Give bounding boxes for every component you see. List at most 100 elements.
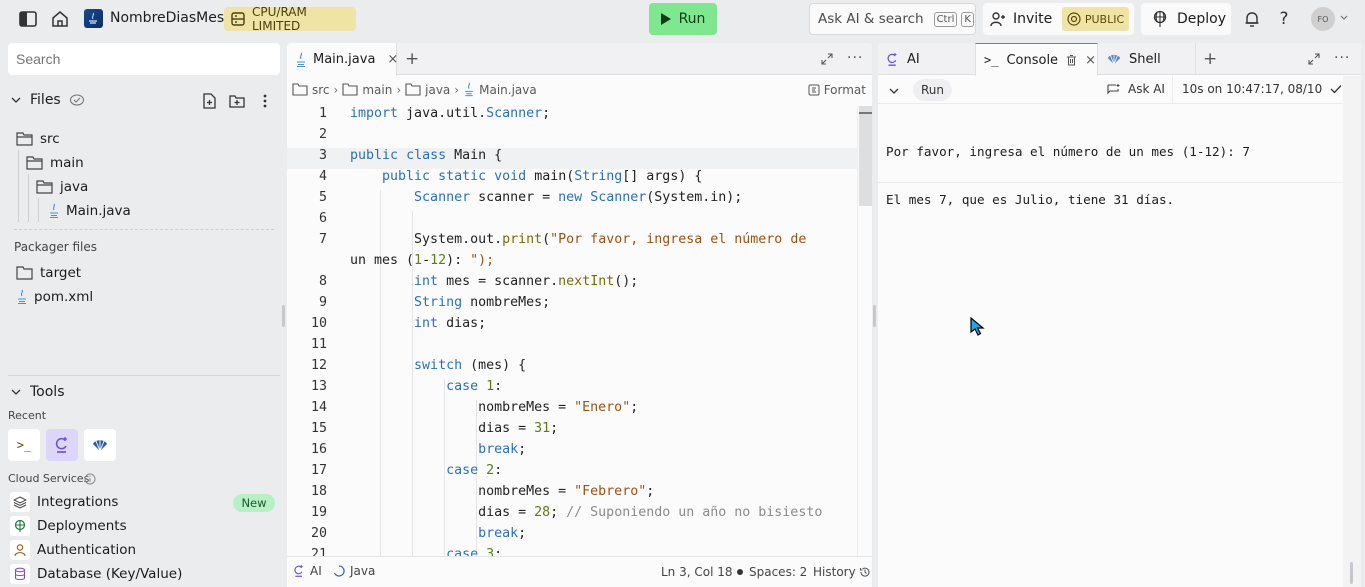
public-badge[interactable]: PUBLIC	[1062, 7, 1129, 31]
tools-section-header[interactable]: Tools	[10, 384, 65, 400]
breadcrumb-src[interactable]: src	[292, 83, 330, 97]
new-folder-icon[interactable]	[229, 93, 245, 109]
history-button[interactable]: History	[813, 565, 871, 579]
trash-icon[interactable]	[1066, 54, 1077, 66]
maximize-icon[interactable]	[1307, 52, 1321, 66]
more-options-icon[interactable]	[258, 93, 272, 109]
run-button[interactable]: Run	[649, 3, 717, 35]
tree-item-label: src	[40, 131, 60, 147]
server-icon	[230, 11, 246, 27]
close-icon[interactable]: ×	[1085, 53, 1096, 68]
tree-item-target[interactable]: target	[16, 262, 81, 284]
line-number: 21	[310, 547, 327, 556]
tree-item-main[interactable]: main	[26, 152, 84, 174]
cloud-item-authentication[interactable]: Authentication	[10, 539, 136, 561]
help-icon[interactable]: ?	[1274, 9, 1294, 29]
code-line: import java.util.Scanner;	[350, 106, 551, 121]
kbd-k: K	[961, 11, 974, 27]
java-logo-icon	[84, 9, 103, 28]
deploy-button[interactable]: Deploy	[1141, 3, 1231, 35]
more-options-icon[interactable]: ···	[1334, 50, 1350, 66]
tab-console[interactable]: >_ Console ×	[975, 43, 1098, 76]
recent-tool-console[interactable]: >_	[8, 429, 40, 461]
ask-ai-search-button[interactable]: Ask AI & search Ctrl K	[809, 3, 976, 35]
cloud-item-database[interactable]: Database (Key/Value)	[10, 563, 182, 585]
invite-button[interactable]: Invite	[989, 3, 1052, 35]
tab-label: Shell	[1129, 51, 1161, 67]
ask-ai-button[interactable]: Ask AI	[1107, 82, 1165, 96]
sidebar-search-input[interactable]	[8, 43, 280, 75]
avatar[interactable]: FO	[1311, 7, 1335, 31]
console-scrollbar[interactable]	[1343, 76, 1361, 587]
cursor-position[interactable]: Ln 3, Col 18	[661, 565, 733, 579]
limit-badge-label: CPU/RAM LIMITED	[252, 5, 307, 33]
tree-item-java[interactable]: java	[36, 176, 88, 198]
editor-scrollbar[interactable]	[857, 106, 872, 556]
tree-item-main-java[interactable]: Main.java	[48, 200, 131, 222]
breadcrumb-file[interactable]: Main.java	[463, 82, 537, 97]
bell-icon[interactable]	[1242, 9, 1262, 29]
more-options-icon[interactable]: ···	[847, 50, 863, 66]
chevron-down-icon[interactable]	[1339, 12, 1349, 22]
close-icon[interactable]: ×	[387, 52, 398, 67]
indentation-setting[interactable]: Spaces: 2	[737, 565, 807, 579]
line-number: 17	[310, 463, 327, 478]
chevron-down-icon[interactable]	[888, 85, 900, 97]
line-number: 18	[310, 484, 327, 499]
folder-open-icon	[36, 180, 54, 194]
breadcrumb-main[interactable]: main	[342, 83, 392, 97]
home-icon[interactable]	[50, 9, 70, 29]
console-output[interactable]: Por favor, ingresa el número de un mes (…	[886, 112, 1250, 240]
info-icon[interactable]	[84, 473, 96, 485]
tab-shell[interactable]: Shell	[1099, 43, 1196, 75]
cloud-item-deployments[interactable]: Deployments	[10, 515, 127, 537]
sidebar-resize-handle[interactable]	[282, 305, 285, 327]
sync-check-icon	[69, 93, 85, 107]
tree-item-pom[interactable]: pom.xml	[16, 286, 93, 308]
recent-tool-shell[interactable]	[84, 429, 116, 461]
cpu-ram-limited-badge[interactable]: CPU/RAM LIMITED	[224, 5, 356, 33]
line-number: 14	[310, 400, 327, 415]
code-line: case 1:	[446, 379, 503, 394]
tab-label: Console	[1006, 52, 1059, 68]
add-tab-icon[interactable]: +	[405, 49, 419, 69]
breadcrumb-java[interactable]: java	[405, 83, 450, 97]
new-file-icon[interactable]	[202, 93, 217, 109]
editor-scroll-thumb[interactable]	[859, 106, 872, 206]
editor-status-bar: AI Java Ln 3, Col 18 Spaces: 2 History	[287, 556, 872, 587]
toggle-sidebar-icon[interactable]	[18, 9, 38, 29]
java-file-icon	[48, 203, 60, 219]
breadcrumb: src › main › java › Main.java Format	[287, 76, 872, 103]
maximize-icon[interactable]	[820, 52, 834, 66]
tab-main-java[interactable]: Main.java ×	[287, 43, 398, 76]
sidebar: Files src main java Main.java Packager f…	[0, 38, 284, 587]
language-status[interactable]: Java	[333, 564, 375, 578]
add-tab-icon[interactable]: +	[1203, 49, 1217, 69]
recent-tool-ai[interactable]	[46, 429, 78, 461]
packager-files-label: Packager files	[14, 240, 98, 254]
code-line: nombreMes = "Febrero";	[350, 484, 655, 499]
format-button[interactable]: Format	[808, 83, 866, 97]
tree-item-label: Main.java	[66, 203, 131, 219]
cloud-services-label: Cloud Services	[8, 472, 90, 485]
line-number: 20	[310, 526, 327, 541]
divider	[878, 182, 1343, 183]
panel-resize-handle[interactable]	[873, 305, 876, 327]
files-section-header[interactable]: Files	[10, 92, 85, 108]
cloud-item-integrations[interactable]: Integrations	[10, 491, 118, 513]
line-number: 7	[318, 232, 327, 247]
app-name[interactable]: NombreDiasMes	[110, 10, 224, 26]
ai-status-label: AI	[310, 564, 322, 578]
divider	[1172, 76, 1173, 104]
shell-icon	[92, 437, 108, 453]
format-icon	[808, 84, 820, 96]
line-number: 12	[310, 358, 327, 373]
console-run-button[interactable]: Run	[913, 79, 952, 101]
right-tab-bar: AI >_ Console × Shell + ···	[878, 43, 1361, 76]
ai-status-button[interactable]: AI	[293, 564, 322, 578]
line-number: 1	[318, 106, 327, 121]
folder-icon	[405, 83, 421, 96]
code-editor[interactable]: 1 import java.util.Scanner; 2 3 public class…	[287, 106, 857, 556]
tab-ai[interactable]: AI	[878, 43, 975, 75]
tree-item-src[interactable]: src	[16, 128, 60, 150]
